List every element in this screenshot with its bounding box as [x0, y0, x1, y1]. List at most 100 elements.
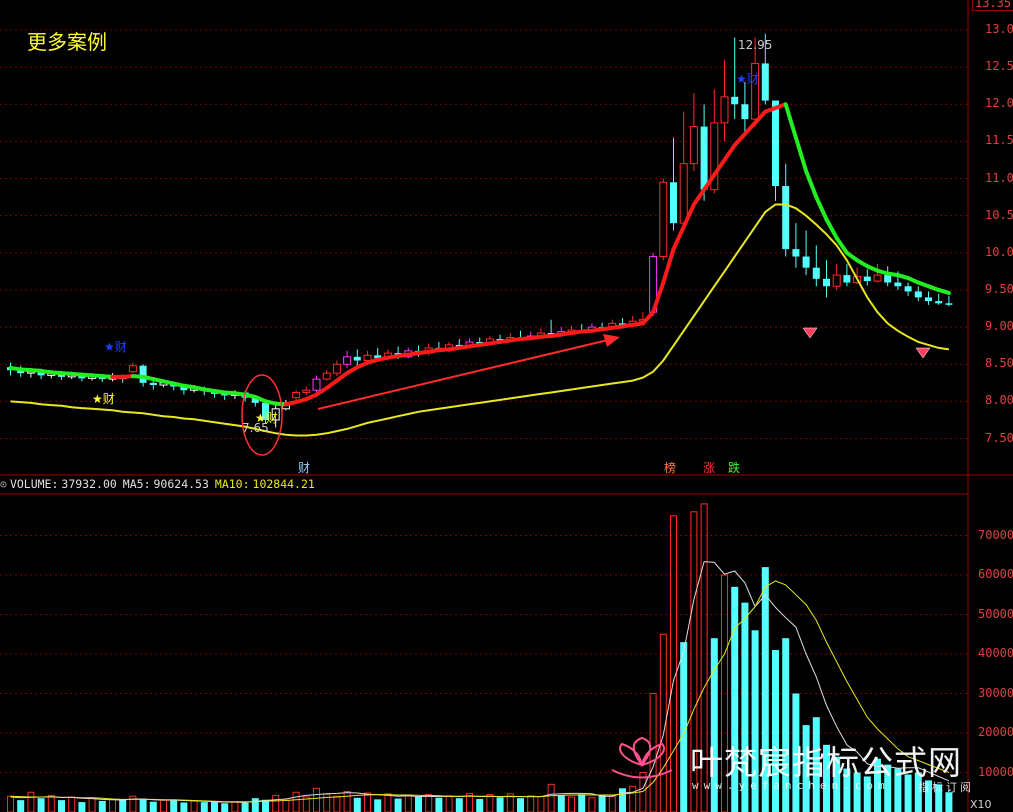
volume-bar-up	[313, 787, 320, 812]
volume-bar-down	[139, 798, 147, 812]
zhang-tag[interactable]: 涨	[703, 459, 715, 476]
price-tick-label: 11.50	[985, 133, 1013, 148]
chart-stage	[0, 0, 1013, 812]
candle-body-up	[312, 378, 321, 391]
more-cases-title[interactable]: 更多案例	[27, 26, 107, 55]
volume-bar-up	[404, 794, 412, 812]
candle-body-down	[149, 382, 157, 386]
volume-bar-down	[415, 796, 422, 812]
volume-header: ⊙ VOLUME: 37932.00 MA5: 90624.53 MA10: 102844.…	[0, 477, 321, 493]
ma-fast-segment	[936, 287, 951, 295]
candle-body-down	[782, 185, 790, 250]
moving-average-lines	[8, 102, 951, 437]
volume-bar-up	[670, 515, 677, 812]
volume-bar-up	[47, 794, 55, 812]
volume-bar-up	[486, 794, 494, 812]
price-tick-label: 8.50	[985, 356, 1013, 371]
volume-bar-up	[384, 793, 392, 812]
volume-bar-down	[496, 797, 504, 812]
candle-body-down	[731, 96, 739, 105]
volume-bar-down	[37, 798, 45, 812]
volume-bar-up	[272, 794, 280, 812]
volume-bar-down	[945, 792, 953, 812]
price-tick-label: 10.00	[985, 244, 1013, 259]
candle-body-up	[659, 181, 668, 258]
volume-bar-down	[200, 802, 208, 812]
volume-tick-label: 10000	[978, 764, 1013, 779]
volume-bar-up	[27, 791, 35, 812]
ma-fast-segment	[722, 143, 737, 162]
volume-bar-up	[88, 797, 96, 812]
die-tag[interactable]: 跌	[728, 459, 740, 476]
ma10-label: MA10:	[214, 477, 250, 491]
volume-bar-down	[251, 798, 259, 812]
candle-body-up	[322, 372, 331, 380]
volume-bar-up	[333, 795, 341, 812]
candle-body-down	[772, 100, 779, 186]
volume-bar-up	[527, 795, 535, 812]
volume-bar-up	[292, 791, 300, 812]
candle-body-up	[332, 363, 341, 374]
lotus-base	[611, 769, 673, 779]
cai-bottom-tag[interactable]: 财	[298, 459, 310, 476]
candle-body-down	[812, 267, 820, 279]
candle-body-down	[904, 286, 912, 292]
candle-body-down	[741, 104, 749, 120]
volume-bar-down	[211, 801, 218, 812]
candle-body-up	[302, 389, 311, 393]
candle-body-down	[761, 63, 769, 101]
brand-url: www.yefanchen.com	[692, 779, 890, 792]
volume-bar-down	[149, 801, 157, 812]
ma-fast-segment	[793, 135, 809, 174]
volume-bar-down	[98, 800, 106, 812]
price-tick-label: 11.00	[985, 170, 1013, 185]
candle-body-up	[679, 163, 688, 224]
volume-bar-up	[445, 795, 453, 812]
volume-bar-down	[241, 802, 249, 812]
volume-value: 37932.00	[61, 477, 117, 491]
candle-body-down	[945, 303, 953, 305]
candle-body-down	[353, 356, 361, 361]
volume-bar-down	[170, 800, 178, 812]
price-top-label: 13.35	[972, 0, 1013, 11]
ma-fast-segment	[640, 310, 656, 326]
ma-fast-segment	[671, 224, 686, 252]
volume-bar-down	[180, 802, 188, 812]
candle-body-down	[139, 365, 147, 383]
volume-bar-down	[619, 788, 626, 812]
brand-watermark: 叶梵宸指标公式网	[690, 743, 962, 782]
candle-body-down	[894, 282, 902, 287]
volume-bar-down	[557, 795, 565, 812]
candle-body-down	[935, 301, 943, 304]
candle-body-up	[363, 354, 372, 362]
candle-body-down	[925, 297, 932, 302]
price-candles	[7, 33, 953, 428]
volume-bar-up	[364, 792, 371, 812]
lotus-logo-icon	[632, 736, 652, 767]
volume-bar-up	[282, 799, 290, 812]
ma-fast-segment	[783, 102, 798, 140]
candle-body-up	[128, 365, 137, 373]
volume-collapse-icon[interactable]: ⊙	[0, 477, 7, 491]
candle-body-down	[843, 275, 851, 283]
price-tick-label: 12.00	[985, 96, 1013, 111]
volume-bar-down	[119, 799, 127, 812]
ma-slow-line	[10, 203, 950, 437]
ma5-label: MA5:	[122, 477, 151, 491]
volume-bar-up	[231, 801, 239, 812]
candle-body-down	[863, 276, 871, 282]
volume-bar-up	[160, 799, 167, 812]
volume-bar-down	[17, 800, 25, 812]
volume-bar-up	[568, 796, 575, 812]
volume-tick-label: 40000	[978, 646, 1013, 660]
candle-body-down	[670, 182, 677, 224]
volume-bar-down	[374, 799, 382, 812]
volume-tick-label: 30000	[978, 685, 1013, 700]
volume-bar-down	[221, 803, 229, 812]
candle-body-down	[802, 256, 810, 268]
price-tick-label: 12.50	[985, 59, 1013, 74]
cai-marker-blue-1: ★财	[104, 340, 127, 354]
bang-tag[interactable]: 榜	[664, 459, 676, 476]
trend-arrow-line	[317, 339, 609, 410]
volume-name: VOLUME:	[9, 477, 59, 491]
